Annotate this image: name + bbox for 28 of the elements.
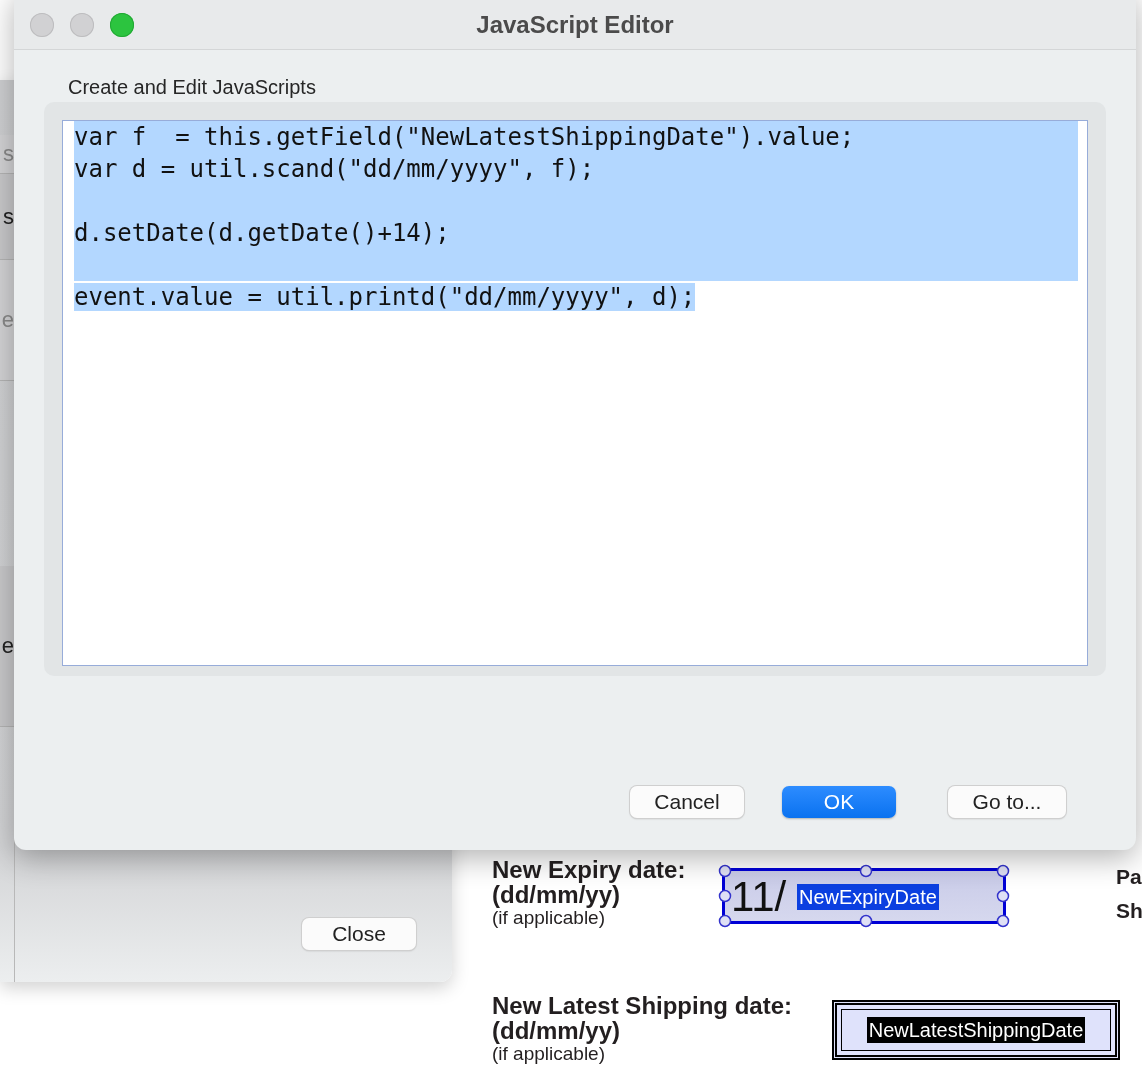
close-button[interactable]: Close bbox=[302, 918, 416, 950]
dialog-button[interactable]: Go to... bbox=[948, 786, 1066, 818]
field-label: New Latest Shipping date: bbox=[492, 993, 793, 1018]
list-item[interactable]: s bbox=[0, 174, 14, 260]
zoom-window-icon[interactable] bbox=[110, 12, 134, 37]
field-name-tag: NewLatestShippingDate bbox=[866, 1017, 1086, 1043]
section-heading: Create and Edit JavaScripts bbox=[68, 76, 316, 98]
date-format-label: (dd/mm/yy) bbox=[492, 1018, 621, 1043]
close-window-icon[interactable] bbox=[30, 12, 54, 37]
field-hint: (if applicable) bbox=[492, 907, 605, 929]
dialog-button[interactable]: OK bbox=[782, 786, 896, 818]
resize-handles[interactable] bbox=[716, 862, 1012, 930]
window-title: JavaScript Editor bbox=[476, 11, 674, 39]
field-value: 11/ bbox=[731, 873, 787, 921]
code-line: var d = util.scand("dd/mm/yyyy", f); bbox=[74, 155, 595, 183]
code-editor[interactable]: var f = this.getField("NewLatestShippingDate").value; var d = util.scand("dd/mm/yyyy", f); d.setDate(d.getDate()+14); event.value = util.printd("dd/mm/yyyy", d); bbox=[62, 120, 1088, 666]
code-line: var f = this.getField("NewLatestShippingDate").value; bbox=[74, 123, 855, 151]
dialog-button[interactable]: Cancel bbox=[630, 786, 744, 818]
minimize-window-icon[interactable] bbox=[70, 12, 94, 37]
field-label: New Expiry date: bbox=[492, 857, 686, 882]
field-label: Sh bbox=[1116, 898, 1142, 924]
list-item[interactable]: e bbox=[0, 566, 14, 727]
field-label: Pa bbox=[1116, 864, 1142, 890]
field-name-tag: NewExpiryDate bbox=[797, 884, 939, 910]
field-hint: (if applicable) bbox=[492, 1043, 605, 1065]
date-format-label: (dd/mm/yy) bbox=[492, 882, 620, 907]
code-line: d.setDate(d.getDate()+14); bbox=[74, 219, 450, 247]
form-field[interactable]: NewLatestShippingDate bbox=[832, 1000, 1120, 1060]
